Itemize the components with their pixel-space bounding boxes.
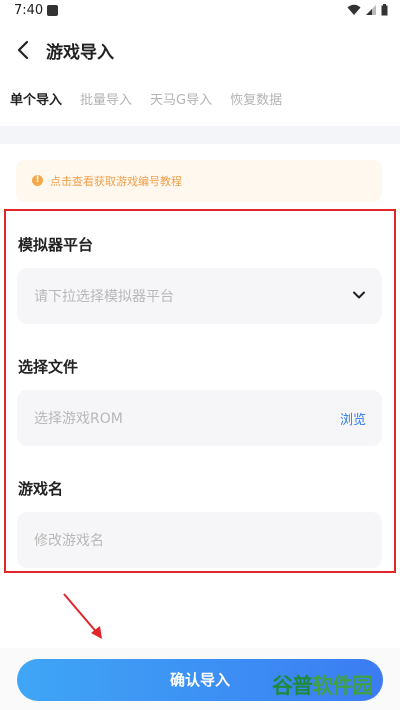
emulator-platform-placeholder: 请下拉选择模拟器平台 — [34, 289, 174, 305]
rom-file-field[interactable]: 选择游戏ROM 浏览 — [17, 390, 382, 446]
rom-file-placeholder: 选择游戏ROM — [34, 411, 123, 427]
status-icons — [347, 4, 388, 16]
signal-icon — [366, 5, 376, 15]
tutorial-notice[interactable]: ! 点击查看获取游戏编号教程 — [16, 160, 382, 202]
watermark-rest: 软件园 — [312, 674, 373, 698]
wifi-icon — [347, 4, 361, 15]
status-time: 7:40 — [14, 3, 44, 18]
game-name-placeholder: 修改游戏名 — [34, 533, 104, 549]
back-arrow-icon[interactable] — [12, 38, 36, 62]
status-bar: 7:40 — [0, 0, 400, 24]
chevron-down-icon — [353, 291, 365, 299]
tab-restore-data[interactable]: 恢复数据 — [230, 86, 282, 116]
tutorial-link[interactable]: 点击查看获取游戏编号教程 — [50, 173, 182, 189]
game-name-label: 游戏名 — [18, 480, 64, 498]
emulator-platform-select[interactable]: 请下拉选择模拟器平台 — [17, 268, 382, 324]
watermark-logo: 谷普软件园 — [272, 670, 373, 700]
header: 游戏导入 — [0, 30, 400, 70]
browse-button[interactable]: 浏览 — [340, 409, 366, 428]
page-title: 游戏导入 — [46, 43, 114, 63]
battery-icon — [381, 4, 388, 16]
app-notification-icon — [47, 5, 58, 16]
tab-single-import[interactable]: 单个导入 — [10, 86, 62, 116]
tab-batch-import[interactable]: 批量导入 — [80, 86, 132, 116]
game-name-input[interactable]: 修改游戏名 — [17, 512, 382, 568]
tab-tianma-g-import[interactable]: 天马G导入 — [150, 86, 212, 116]
import-tabs: 单个导入 批量导入 天马G导入 恢复数据 — [0, 86, 400, 116]
info-icon: ! — [32, 175, 43, 186]
red-arrow-annotation — [63, 593, 102, 639]
section-divider — [0, 126, 400, 144]
select-file-label: 选择文件 — [18, 358, 79, 376]
emulator-platform-label: 模拟器平台 — [18, 236, 94, 254]
watermark-first: 谷普 — [272, 674, 313, 698]
